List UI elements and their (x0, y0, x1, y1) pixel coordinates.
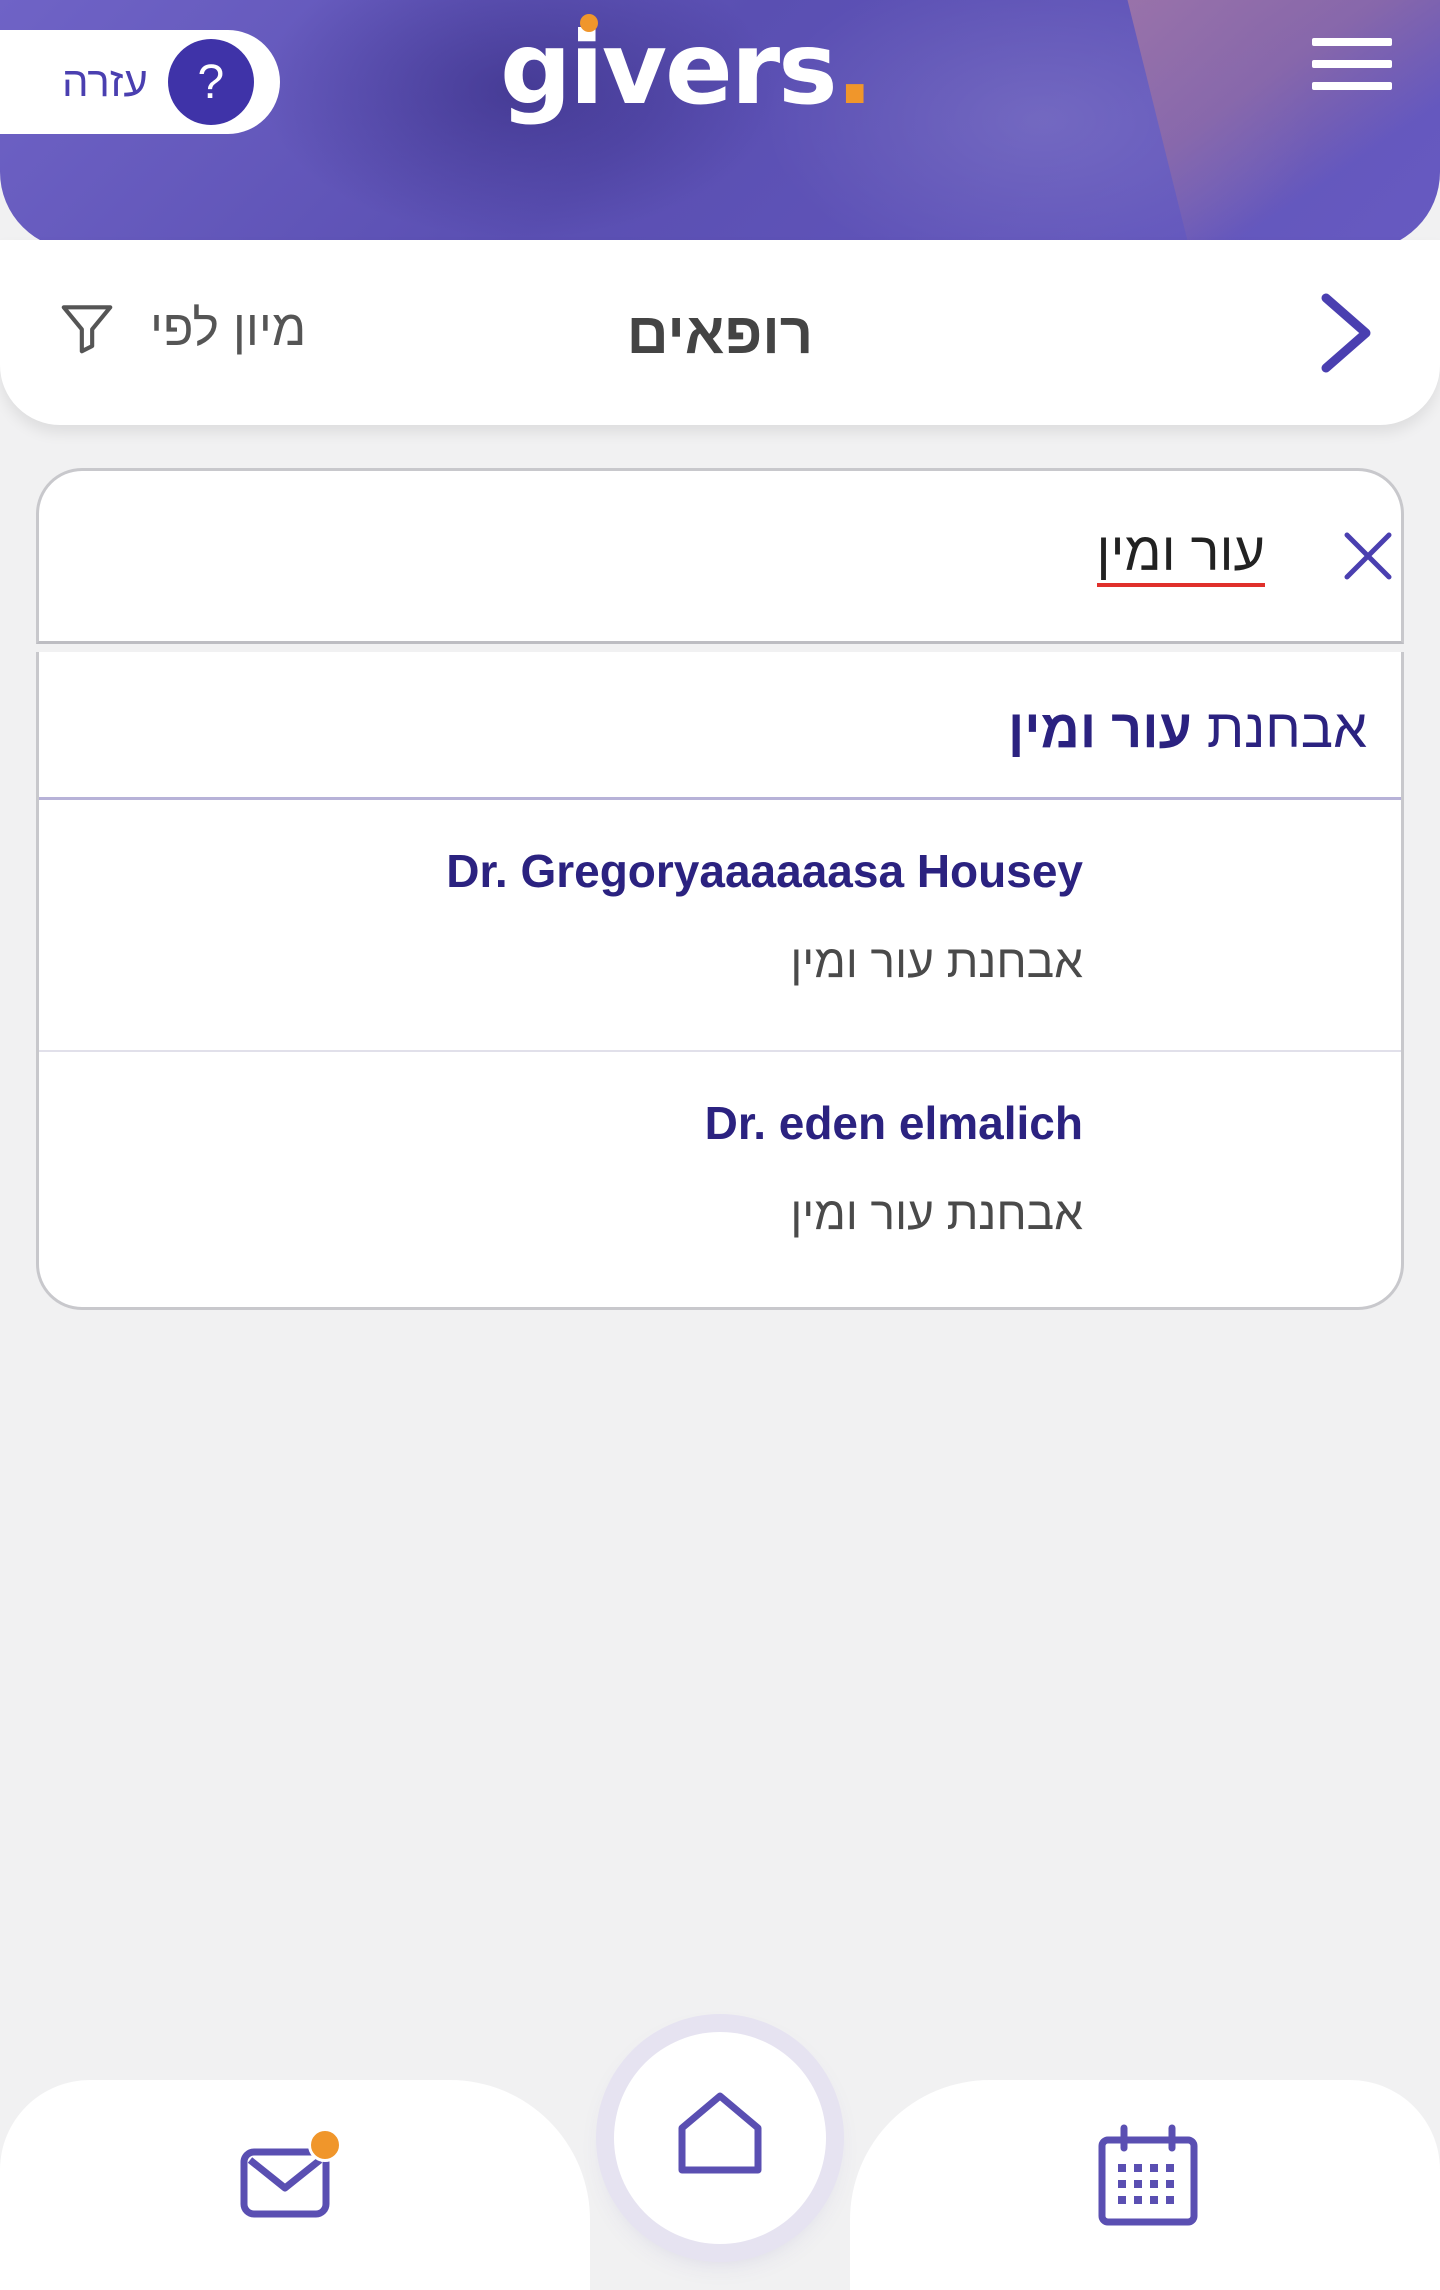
notification-badge (308, 2128, 342, 2162)
home-icon (678, 2092, 762, 2174)
home-button[interactable] (614, 2032, 826, 2244)
doctor-result-item[interactable]: Dr. Gregoryaaaaaasa Housey אבחנת עור ומי… (39, 800, 1401, 1052)
search-input[interactable]: עור ומין (36, 468, 1404, 644)
mail-icon[interactable] (240, 2128, 342, 2220)
category-label: אבחנת עור ומין (1008, 699, 1367, 759)
search-results: אבחנת עור ומין Dr. Gregoryaaaaaasa House… (36, 652, 1404, 1310)
category-suggestion[interactable]: אבחנת עור ומין (39, 652, 1401, 800)
page-title: רופאים (626, 301, 814, 366)
doctor-specialty: אבחנת עור ומין (790, 935, 1083, 987)
search-query-text: עור ומין (1096, 521, 1265, 588)
doctor-name: Dr. Gregoryaaaaaasa Housey (446, 845, 1083, 897)
title-bar: מיון לפי רופאים (0, 240, 1440, 425)
question-icon: ? (167, 39, 254, 125)
calendar-icon[interactable] (1096, 2124, 1200, 2228)
doctor-specialty: אבחנת עור ומין (790, 1187, 1083, 1239)
hamburger-icon[interactable] (1312, 38, 1392, 92)
help-button[interactable]: עזרה ? (0, 30, 280, 134)
help-label: עזרה (62, 58, 148, 105)
doctor-name: Dr. eden elmalich (704, 1097, 1083, 1149)
givers-logo: givers. (500, 10, 874, 127)
close-icon[interactable] (1339, 527, 1397, 585)
doctor-result-item[interactable]: Dr. eden elmalich אבחנת עור ומין (39, 1052, 1401, 1304)
chevron-right-icon[interactable] (1312, 290, 1382, 376)
search-query: עור ומין (1096, 521, 1265, 588)
